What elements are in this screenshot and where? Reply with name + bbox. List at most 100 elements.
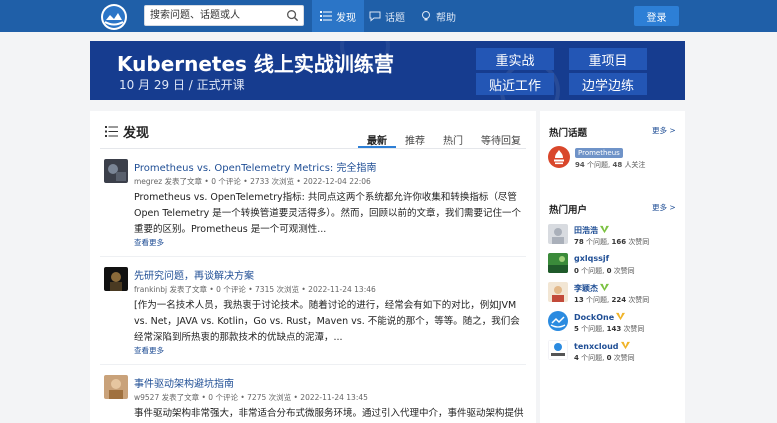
topic-article-count: 94 (575, 161, 585, 169)
question-unit: 个问题, (581, 267, 605, 275)
hot-topics-more-link[interactable]: 更多 > (652, 125, 676, 136)
user-name-text: 田浩浩 (574, 226, 598, 235)
nav-topics-label: 话题 (385, 12, 405, 24)
user-question-count: 0 (574, 267, 579, 275)
feed-title-label: 发现 (123, 126, 150, 141)
user-stats: 78 个问题, 166 次赞同 (574, 237, 649, 247)
nav-discover-label: 发现 (336, 12, 356, 24)
sidebar: 热门话题 更多 > Prometheus 94 个问题, 48 人关注 热门用户… (540, 111, 685, 423)
banner-tag: 贴近工作 (476, 73, 554, 95)
user-item: tenxcloud 4 个问题, 0 次赞同 (548, 340, 683, 364)
user-like-count: 143 (606, 325, 622, 333)
user-item: 田浩浩 78 个问题, 166 次赞同 (548, 224, 683, 248)
article-title-link[interactable]: 事件驱动架构避坑指南 (134, 375, 234, 390)
user-name[interactable]: 李颖杰 (574, 283, 609, 294)
search-icon[interactable] (286, 9, 299, 22)
search-box[interactable] (144, 5, 304, 26)
nav-help[interactable]: 帮助 (412, 0, 464, 32)
user-stats: 13 个问题, 224 次赞同 (574, 295, 649, 305)
verified-icon (616, 312, 626, 321)
banner-tag: 重实战 (476, 48, 554, 70)
user-stats: 5 个问题, 143 次赞同 (574, 324, 644, 334)
user-name-text: 李颖杰 (574, 284, 598, 293)
question-unit: 个问题, (585, 238, 610, 246)
article-title-link[interactable]: Prometheus vs. OpenTelemetry Metrics: 完全… (134, 159, 376, 174)
user-name-text: DockOne (574, 313, 615, 322)
avatar[interactable] (548, 282, 568, 302)
avatar[interactable] (104, 159, 128, 183)
avatar[interactable] (548, 253, 568, 273)
search-input[interactable] (150, 8, 285, 23)
banner-tag: 重项目 (569, 48, 647, 70)
question-unit: 个问题, (581, 354, 605, 362)
like-unit: 次赞同 (613, 267, 635, 275)
list-item: Prometheus vs. OpenTelemetry Metrics: 完全… (104, 159, 528, 249)
user-item: DockOne 5 个问题, 143 次赞同 (548, 311, 683, 335)
user-question-count: 4 (574, 354, 579, 362)
feed-title: 发现 (105, 122, 149, 141)
nav-topics[interactable]: 话题 (361, 0, 413, 32)
article-excerpt: 事件驱动架构非常强大，非常适合分布式微服务环境。通过引入代理中介，事件驱动架构提… (134, 408, 524, 419)
question-unit: 个问题, (581, 325, 605, 333)
user-name[interactable]: DockOne (574, 312, 626, 322)
chat-icon (369, 11, 381, 22)
user-like-count: 0 (606, 354, 612, 362)
question-unit: 个问题, (585, 296, 610, 304)
article-meta: frankinbj 发表了文章 • 0 个评论 • 7315 次浏览 • 202… (134, 285, 376, 294)
user-like-count: 224 (611, 296, 627, 304)
hot-users-more-link[interactable]: 更多 > (652, 202, 676, 213)
user-like-count: 0 (606, 267, 612, 275)
site-logo-icon[interactable] (100, 3, 128, 31)
article-excerpt: Prometheus vs. OpenTelemetry指标: 共同点这两个系统… (134, 192, 522, 235)
view-more-link[interactable]: 查看更多 (134, 345, 164, 356)
avatar[interactable] (104, 375, 128, 399)
list-icon (320, 11, 332, 21)
user-question-count: 13 (574, 296, 584, 304)
login-button[interactable]: 登录 (634, 6, 679, 26)
banner-tag: 边学边练 (569, 73, 647, 95)
article-meta: w9527 发表了文章 • 0 个评论 • 7275 次浏览 • 2022-11… (134, 393, 368, 402)
user-item: gxlqssjf 0 个问题, 0 次赞同 (548, 253, 683, 277)
tab-hot[interactable]: 热门 (434, 132, 472, 148)
hot-topics-heading: 热门话题 (549, 128, 588, 139)
user-stats: 4 个问题, 0 次赞同 (574, 353, 635, 363)
list-item: 事件驱动架构避坑指南 w9527 发表了文章 • 0 个评论 • 7275 次浏… (104, 375, 528, 423)
tab-unanswered[interactable]: 等待回复 (472, 132, 530, 148)
tab-recommended[interactable]: 推荐 (396, 132, 434, 148)
verified-icon (600, 225, 609, 234)
verified-icon (600, 283, 609, 292)
list-icon (105, 126, 118, 137)
user-name[interactable]: 田浩浩 (574, 225, 609, 236)
top-navbar: 发现 话题 帮助 登录 (0, 0, 777, 32)
avatar[interactable] (548, 311, 568, 331)
user-name[interactable]: gxlqssjf (574, 254, 609, 263)
promo-banner[interactable]: Kubernetes 线上实战训练营 10 月 29 日 / 正式开课 重实战 … (90, 41, 685, 100)
user-question-count: 5 (574, 325, 579, 333)
avatar[interactable] (548, 224, 568, 244)
bulb-icon (422, 11, 430, 21)
topic-tag[interactable]: Prometheus (575, 148, 623, 158)
topic-follower-count: 48 (612, 161, 623, 169)
user-name[interactable]: tenxcloud (574, 341, 630, 351)
tab-latest[interactable]: 最新 (358, 132, 396, 148)
user-stats: 0 个问题, 0 次赞同 (574, 266, 635, 276)
user-item: 李颖杰 13 个问题, 224 次赞同 (548, 282, 683, 306)
user-question-count: 78 (574, 238, 584, 246)
hot-users-heading: 热门用户 (549, 205, 588, 216)
discover-feed: 发现 最新 推荐 热门 等待回复 Prometheus vs. OpenTele… (90, 111, 536, 423)
like-unit: 次赞同 (628, 238, 650, 246)
avatar[interactable] (548, 340, 568, 360)
nav-discover[interactable]: 发现 (312, 0, 364, 32)
prometheus-icon[interactable] (548, 146, 570, 168)
feed-tabs: 最新 推荐 热门 等待回复 (358, 132, 530, 148)
divider (100, 256, 526, 257)
divider (100, 148, 526, 149)
view-more-link[interactable]: 查看更多 (134, 237, 164, 248)
banner-subtitle: 10 月 29 日 / 正式开课 (119, 78, 245, 92)
topic-article-unit: 个问题, (586, 161, 611, 169)
topic-stats: 94 个问题, 48 人关注 (575, 160, 645, 170)
list-item: 先研究问题，再谈解决方案 frankinbj 发表了文章 • 0 个评论 • 7… (104, 267, 528, 357)
user-like-count: 166 (611, 238, 627, 246)
avatar[interactable] (104, 267, 128, 291)
article-title-link[interactable]: 先研究问题，再谈解决方案 (134, 267, 254, 282)
